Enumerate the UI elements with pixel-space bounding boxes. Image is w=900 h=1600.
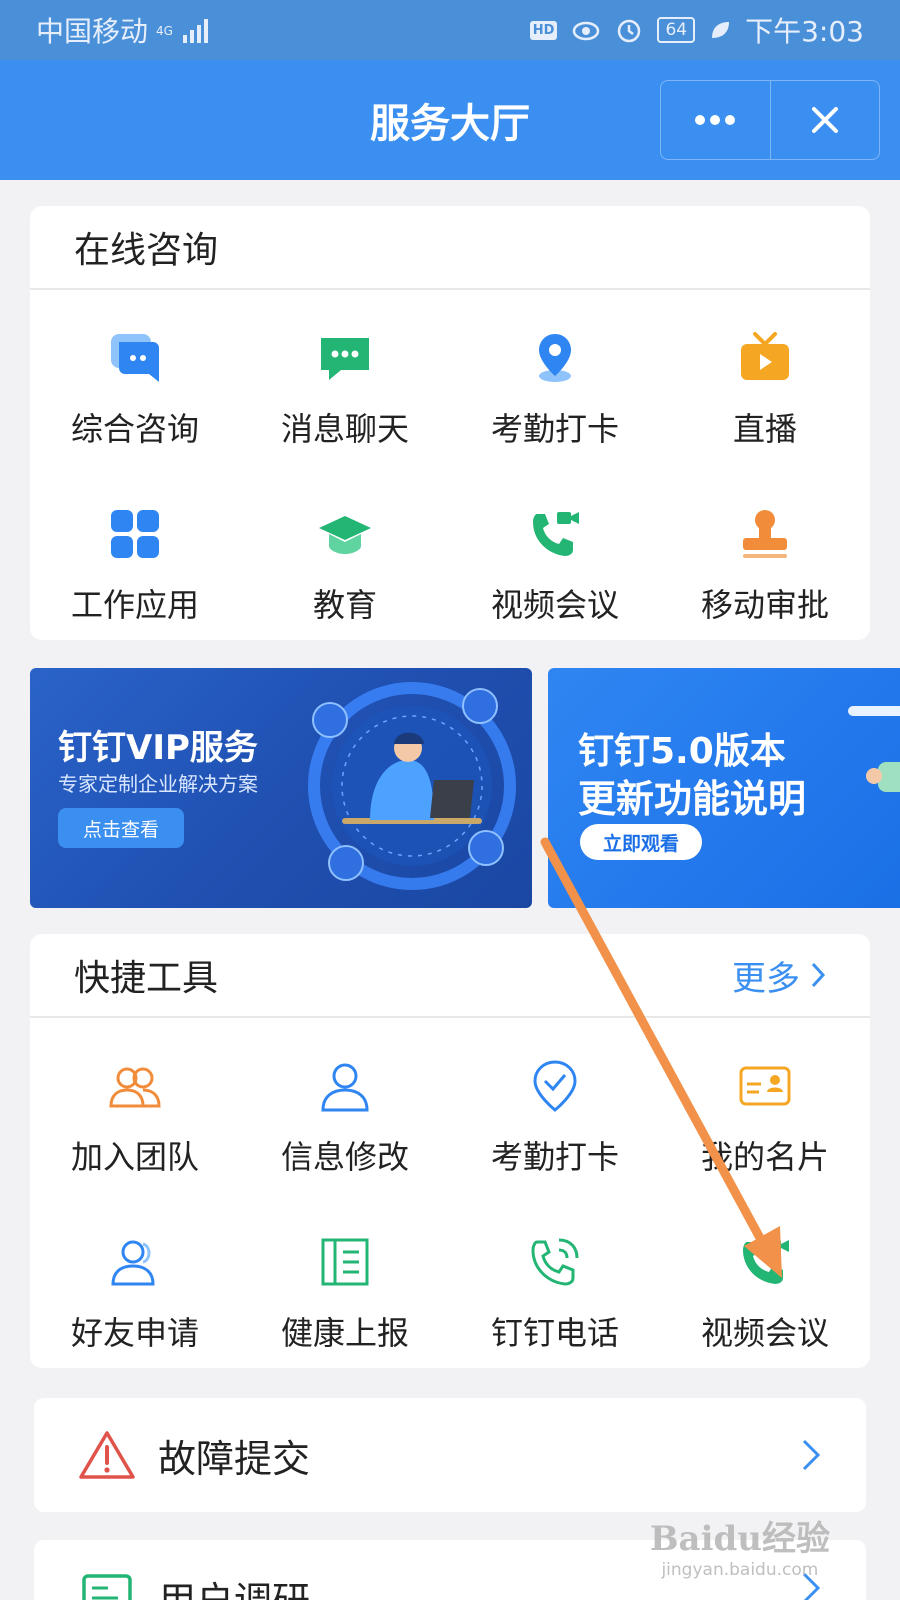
business-card-icon — [733, 1054, 797, 1118]
quick-tools-grid: 加入团队 信息修改 考勤打卡 我的名片 好友申请 健康上报 钉钉电话 视频会议 — [30, 1018, 870, 1390]
chat-bubble-icon — [103, 326, 167, 390]
grid-item-live[interactable]: 直播 — [660, 310, 870, 486]
banner-title-line1: 钉钉5.0版本 — [578, 731, 786, 772]
more-options-button[interactable] — [661, 81, 770, 159]
phone-ring-icon — [523, 1230, 587, 1294]
check-pin-icon — [523, 1054, 587, 1118]
grid-item-health-report[interactable]: 健康上报 — [240, 1214, 450, 1390]
book-icon — [313, 1230, 377, 1294]
close-button[interactable] — [771, 81, 880, 159]
grid-item-label: 教育 — [312, 586, 377, 624]
battery-indicator: 64 — [657, 17, 696, 43]
version-update-banner[interactable]: 钉钉5.0版本 更新功能说明 立即观看 — [548, 668, 900, 908]
grid-item-label: 加入团队 — [70, 1138, 199, 1176]
grid-item-work-apps[interactable]: 工作应用 — [30, 486, 240, 662]
watermark-logo: Baidu经验 — [649, 1519, 830, 1559]
grid-item-friend-request[interactable]: 好友申请 — [30, 1214, 240, 1390]
eye-icon — [573, 21, 600, 41]
signal-icon — [182, 19, 208, 43]
close-icon — [811, 107, 838, 133]
grid-item-attendance-checkin[interactable]: 考勤打卡 — [450, 1038, 660, 1214]
leaf-icon — [712, 22, 730, 38]
watch-now-button[interactable]: 立即观看 — [580, 824, 702, 860]
grid-item-attendance[interactable]: 考勤打卡 — [450, 310, 660, 486]
grid-item-label: 考勤打卡 — [490, 410, 619, 448]
grid-item-video-meeting[interactable]: 视频会议 — [450, 486, 660, 662]
grid-item-label: 好友申请 — [70, 1314, 199, 1352]
apps-grid-icon — [103, 502, 167, 566]
grid-item-education[interactable]: 教育 — [240, 486, 450, 662]
grid-item-dingtalk-phone[interactable]: 钉钉电话 — [450, 1214, 660, 1390]
grid-item-edit-info[interactable]: 信息修改 — [240, 1038, 450, 1214]
grid-item-label: 视频会议 — [490, 586, 619, 624]
banner-title: 钉钉VIP服务 — [58, 728, 258, 768]
grid-item-label: 直播 — [732, 410, 797, 448]
section-title: 快捷工具 — [74, 958, 219, 999]
fault-submit-label: 故障提交 — [158, 1436, 311, 1481]
grid-item-label: 健康上报 — [280, 1314, 409, 1352]
grid-item-comprehensive-consult[interactable]: 综合咨询 — [30, 310, 240, 486]
survey-icon — [82, 1574, 132, 1600]
grid-item-label: 信息修改 — [280, 1138, 409, 1176]
video-call-icon — [733, 1230, 797, 1294]
grid-item-join-team[interactable]: 加入团队 — [30, 1038, 240, 1214]
tv-play-icon — [733, 326, 797, 390]
team-icon — [103, 1054, 167, 1118]
grid-item-mobile-approval[interactable]: 移动审批 — [660, 486, 870, 662]
status-bar: 中国移动 4G HD 64 下午3:03 — [0, 0, 900, 60]
more-label: 更多 — [732, 958, 800, 999]
online-consult-header: 在线咨询 — [30, 206, 870, 290]
graduation-cap-icon — [313, 502, 377, 566]
hd-badge: HD — [529, 20, 558, 40]
location-pin-icon — [523, 326, 587, 390]
chevron-right-icon — [802, 1439, 821, 1471]
video-call-icon — [523, 502, 587, 566]
quick-tools-header: 快捷工具 更多 — [30, 934, 870, 1018]
grid-item-message-chat[interactable]: 消息聊天 — [240, 310, 450, 486]
grid-item-label: 考勤打卡 — [490, 1138, 619, 1176]
vip-service-banner[interactable]: 钉钉VIP服务 专家定制企业解决方案 点击查看 — [30, 668, 532, 908]
grid-item-label: 综合咨询 — [70, 410, 199, 448]
carrier-label: 中国移动 — [36, 15, 149, 48]
more-link[interactable]: 更多 — [732, 951, 826, 1000]
banner-subtitle: 专家定制企业解决方案 — [58, 772, 258, 796]
user-icon — [313, 1054, 377, 1118]
grid-item-label: 我的名片 — [700, 1138, 829, 1176]
watermark-url: jingyan.baidu.com — [661, 1560, 819, 1580]
watermark: Baidu经验 jingyan.baidu.com — [650, 1511, 830, 1580]
grid-item-label: 工作应用 — [70, 586, 199, 624]
grid-item-label: 视频会议 — [700, 1314, 829, 1352]
network-label: 4G — [156, 24, 173, 38]
section-title: 在线咨询 — [74, 230, 219, 271]
online-consult-grid: 综合咨询 消息聊天 考勤打卡 直播 工作应用 教育 视频会议 移动审批 — [30, 290, 870, 662]
message-icon — [313, 326, 377, 390]
clock-time: 下午3:03 — [745, 15, 864, 48]
online-consult-card: 在线咨询 综合咨询 消息聊天 考勤打卡 直播 工作应用 教育 视频会议 移动审批 — [30, 206, 870, 640]
alarm-icon — [618, 19, 641, 43]
view-details-button[interactable]: 点击查看 — [58, 808, 184, 848]
grid-item-my-card[interactable]: 我的名片 — [660, 1038, 870, 1214]
fault-submit-row[interactable]: 故障提交 — [34, 1398, 866, 1512]
mini-program-capsule — [660, 80, 880, 160]
more-dots-icon — [695, 115, 736, 125]
banner-title-line2: 更新功能说明 — [578, 777, 807, 821]
quick-tools-card: 快捷工具 更多 加入团队 信息修改 考勤打卡 我的名片 好友申请 健康上报 钉钉… — [30, 934, 870, 1368]
warning-icon — [79, 1431, 135, 1479]
grid-item-video-meeting-tool[interactable]: 视频会议 — [660, 1214, 870, 1390]
grid-item-label: 消息聊天 — [280, 410, 409, 448]
chevron-right-icon — [811, 962, 826, 988]
page-title: 服务大厅 — [370, 101, 530, 147]
title-bar: 服务大厅 — [0, 60, 900, 180]
banner-carousel[interactable]: 钉钉VIP服务 专家定制企业解决方案 点击查看 钉钉5.0版本 更新功能说明 立… — [30, 668, 900, 908]
grid-item-label: 移动审批 — [700, 586, 829, 624]
friend-icon — [103, 1230, 167, 1294]
stamp-icon — [733, 502, 797, 566]
grid-item-label: 钉钉电话 — [490, 1314, 619, 1352]
